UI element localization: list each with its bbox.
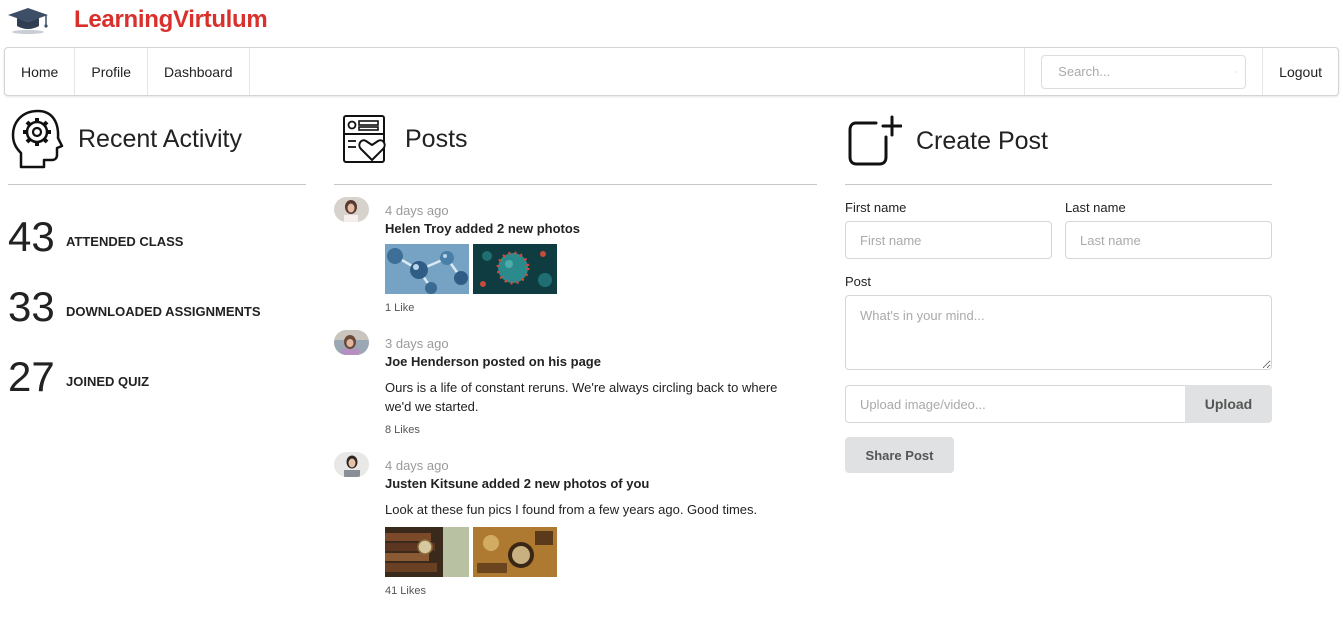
feed-event: 3 days ago Joe Henderson posted on his p… — [334, 330, 814, 436]
stat-label: DOWNLOADED ASSIGNMENTS — [66, 303, 261, 319]
head-gear-icon — [11, 109, 64, 169]
logout-button[interactable]: Logout — [1263, 48, 1338, 95]
posts-title: Posts — [405, 124, 468, 153]
stat-downloaded-assignments: 33 DOWNLOADED ASSIGNMENTS — [8, 286, 261, 328]
like-count[interactable]: 8 Likes — [385, 424, 814, 436]
first-name-input[interactable] — [845, 221, 1052, 259]
feed-text: Look at these fun pics I found from a fe… — [385, 502, 758, 517]
create-post-divider — [845, 184, 1272, 185]
post-heart-icon — [343, 115, 386, 163]
vintage-books-photo[interactable] — [385, 527, 469, 577]
post-label: Post — [845, 274, 872, 289]
create-post-header: Create Post — [848, 115, 1048, 167]
upload-button[interactable]: Upload — [1185, 385, 1272, 423]
nav-profile[interactable]: Profile — [75, 48, 149, 95]
nav-search — [1024, 48, 1264, 95]
avatar[interactable] — [334, 452, 369, 477]
recent-activity-divider — [8, 184, 306, 185]
last-name-label: Last name — [1065, 200, 1126, 215]
search-input[interactable] — [1056, 63, 1237, 80]
vintage-compass-photo[interactable] — [473, 527, 557, 577]
feed-content: 4 days ago Justen Kitsune added 2 new ph… — [385, 452, 814, 597]
posts-divider — [334, 184, 817, 185]
molecule-photo[interactable] — [385, 244, 469, 294]
stat-label: ATTENDED CLASS — [66, 233, 184, 249]
create-post-form: First name Last name Post Upload Share P… — [845, 200, 1272, 473]
feed-text: Ours is a life of constant reruns. We're… — [385, 380, 778, 414]
stat-value: 33 — [8, 283, 55, 330]
upload-input[interactable] — [845, 385, 1185, 423]
brand-name: LearningVirtulum — [74, 6, 268, 33]
graduation-cap-icon — [8, 8, 48, 34]
posts-header: Posts — [342, 114, 468, 164]
search-icon[interactable] — [1236, 66, 1238, 78]
top-navbar: Home Profile Dashboard Logout — [4, 47, 1339, 96]
like-count[interactable]: 41 Likes — [385, 585, 814, 597]
stat-attended-class: 43 ATTENDED CLASS — [8, 216, 183, 258]
post-textarea[interactable] — [845, 295, 1272, 370]
nav-dashboard[interactable]: Dashboard — [148, 48, 250, 95]
feed-summary[interactable]: Joe Henderson posted on his page — [385, 354, 814, 369]
feed-content: 4 days ago Helen Troy added 2 new photos — [385, 197, 814, 314]
last-name-input[interactable] — [1065, 221, 1272, 259]
stat-value: 27 — [8, 353, 55, 400]
brand[interactable]: LearningVirtulum — [6, 0, 268, 40]
nav-home[interactable]: Home — [5, 48, 76, 95]
share-post-button[interactable]: Share Post — [845, 437, 954, 473]
feed-summary[interactable]: Justen Kitsune added 2 new photos of you — [385, 476, 814, 491]
feed-images — [385, 527, 814, 577]
name-row: First name Last name — [845, 200, 1272, 259]
upload-row: Upload — [845, 385, 1272, 423]
feed-date: 4 days ago — [385, 203, 449, 218]
stat-value: 43 — [8, 213, 55, 260]
feed-images — [385, 244, 814, 294]
feed-event: 4 days ago Helen Troy added 2 new photos — [334, 197, 814, 314]
feed-content: 3 days ago Joe Henderson posted on his p… — [385, 330, 814, 436]
recent-activity-title: Recent Activity — [78, 124, 242, 153]
search-box — [1041, 54, 1247, 89]
stat-label: JOINED QUIZ — [66, 373, 150, 389]
feed-date: 4 days ago — [385, 458, 449, 473]
avatar[interactable] — [334, 197, 369, 222]
post-feed: 4 days ago Helen Troy added 2 new photos — [334, 197, 814, 613]
first-name-group: First name — [845, 200, 1052, 259]
first-name-label: First name — [845, 200, 907, 215]
square-plus-icon — [848, 115, 902, 166]
feed-event: 4 days ago Justen Kitsune added 2 new ph… — [334, 452, 814, 597]
post-group: Post — [845, 274, 1272, 375]
feed-summary[interactable]: Helen Troy added 2 new photos — [385, 221, 814, 236]
like-count[interactable]: 1 Like — [385, 302, 814, 314]
stat-joined-quiz: 27 JOINED QUIZ — [8, 356, 149, 398]
last-name-group: Last name — [1065, 200, 1272, 259]
feed-date: 3 days ago — [385, 336, 449, 351]
create-post-title: Create Post — [916, 126, 1049, 155]
avatar[interactable] — [334, 330, 369, 355]
virus-photo[interactable] — [473, 244, 557, 294]
recent-activity-header: Recent Activity — [10, 108, 242, 170]
